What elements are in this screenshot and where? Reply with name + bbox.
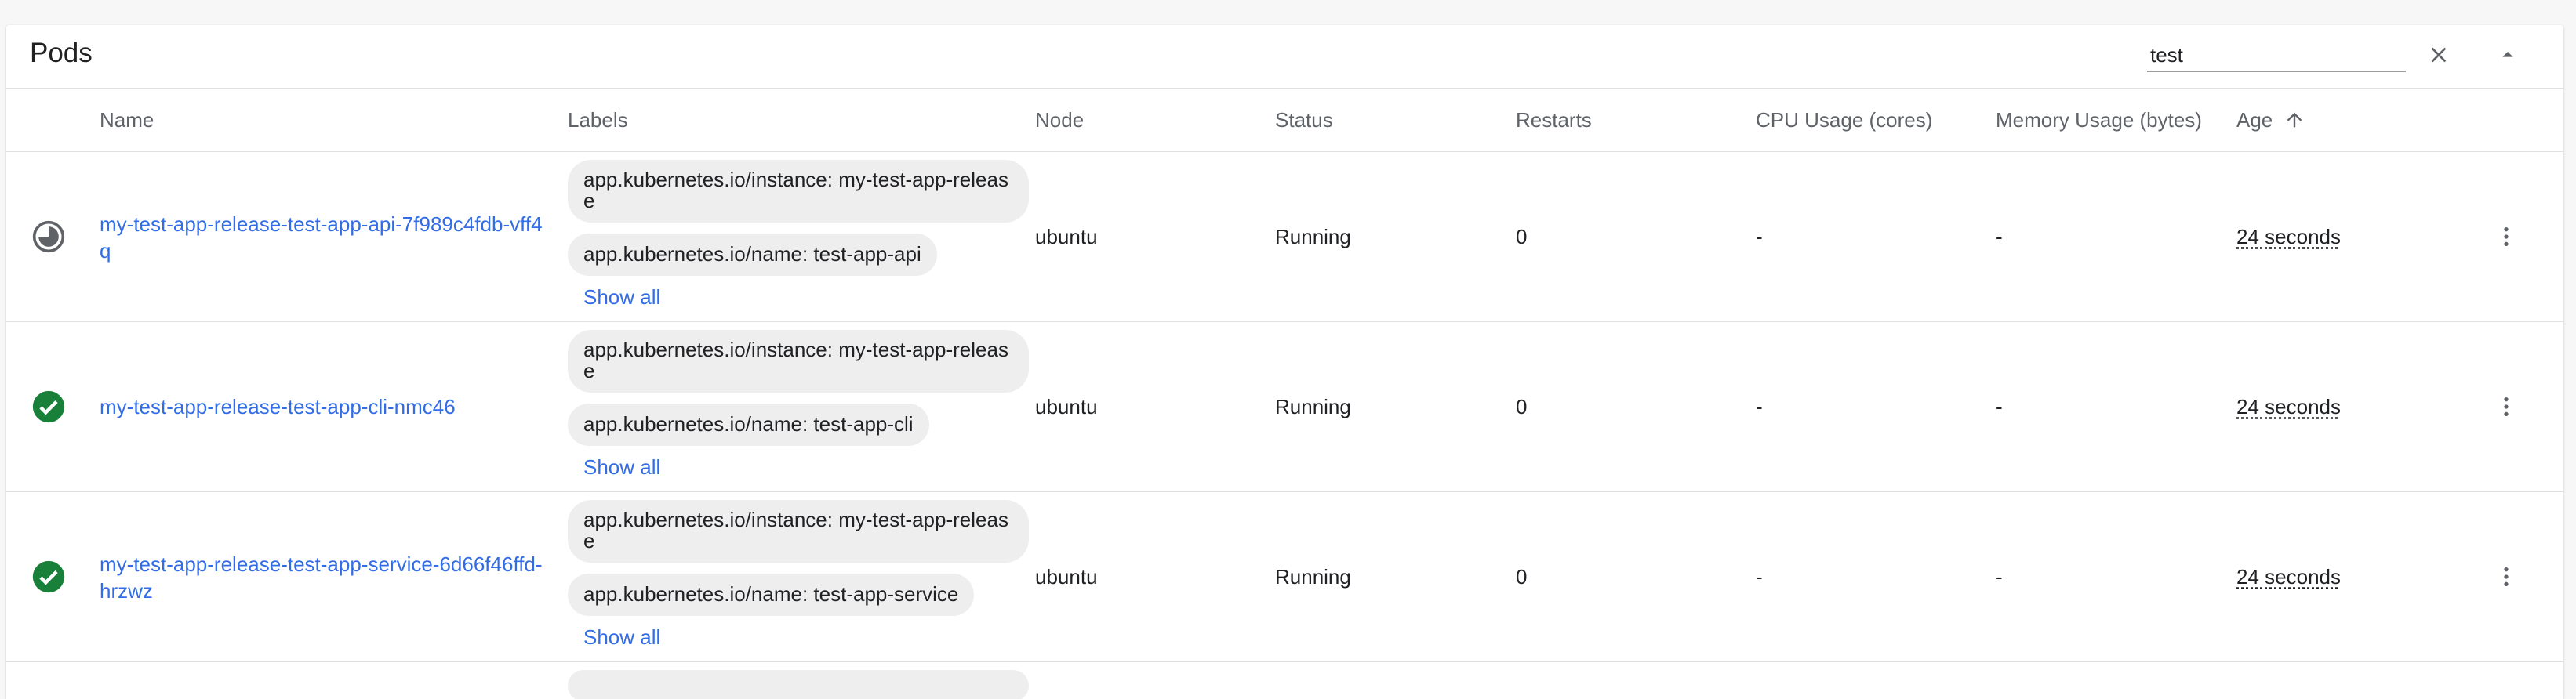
memory-usage-cell: -	[1996, 322, 2003, 491]
label-chip	[568, 670, 1029, 699]
column-header-age-label: Age	[2236, 108, 2273, 132]
column-header-restarts[interactable]: Restarts	[1516, 89, 1592, 151]
column-header-status[interactable]: Status	[1275, 89, 1333, 151]
label-chip: app.kubernetes.io/name: test-app-cli	[568, 404, 929, 446]
more-vert-icon	[2494, 224, 2519, 249]
node-cell: ubuntu	[1035, 322, 1098, 491]
cpu-usage-cell: -	[1756, 492, 1763, 661]
show-all-labels-link[interactable]: Show all	[583, 285, 660, 310]
pending-icon	[31, 219, 66, 254]
check-circle-icon	[31, 560, 66, 594]
pods-card: Pods Name Labels Node Status Restarts CP…	[6, 25, 2563, 699]
table-row: my-test-app-release-test-app-cli-nmc46 a…	[6, 322, 2563, 492]
cpu-usage-cell: -	[1756, 322, 1763, 491]
check-circle-icon	[31, 389, 66, 424]
column-header-memory-usage: Memory Usage (bytes)	[1996, 89, 2202, 151]
status-cell: Running	[1275, 152, 1351, 321]
row-actions-button[interactable]	[2487, 218, 2525, 255]
label-chip: app.kubernetes.io/instance: my-test-app-…	[568, 160, 1029, 223]
restarts-cell: 0	[1516, 322, 1527, 491]
memory-usage-cell: -	[1996, 492, 2003, 661]
search-input[interactable]	[2147, 39, 2406, 72]
show-all-labels-link[interactable]: Show all	[583, 455, 660, 480]
row-actions-button[interactable]	[2487, 558, 2525, 596]
restarts-cell: 0	[1516, 492, 1527, 661]
column-header-labels: Labels	[568, 89, 628, 151]
clear-search-button[interactable]	[2420, 36, 2458, 74]
age-cell: 24 seconds	[2236, 152, 2341, 321]
table-row: my-test-app-release-test-app-service-6d6…	[6, 492, 2563, 662]
status-cell: Running	[1275, 492, 1351, 661]
collapse-button[interactable]	[2489, 36, 2527, 74]
pod-name-link[interactable]: my-test-app-release-test-app-service-6d6…	[100, 551, 550, 604]
age-cell: 24 seconds	[2236, 492, 2341, 661]
column-header-age[interactable]: Age	[2236, 89, 2305, 151]
table-row	[6, 662, 2563, 694]
more-vert-icon	[2494, 394, 2519, 419]
cpu-usage-cell: -	[1756, 152, 1763, 321]
pod-name-link[interactable]: my-test-app-release-test-app-cli-nmc46	[100, 393, 550, 420]
close-icon	[2426, 42, 2451, 67]
age-cell: 24 seconds	[2236, 322, 2341, 491]
column-header-name[interactable]: Name	[100, 89, 154, 151]
memory-usage-cell: -	[1996, 152, 2003, 321]
label-chip: app.kubernetes.io/name: test-app-api	[568, 234, 937, 276]
node-cell: ubuntu	[1035, 492, 1098, 661]
more-vert-icon	[2494, 564, 2519, 589]
label-chip: app.kubernetes.io/instance: my-test-app-…	[568, 330, 1029, 393]
status-cell: Running	[1275, 322, 1351, 491]
column-header-node[interactable]: Node	[1035, 89, 1084, 151]
node-cell: ubuntu	[1035, 152, 1098, 321]
show-all-labels-link[interactable]: Show all	[583, 625, 660, 650]
label-chip: app.kubernetes.io/instance: my-test-app-…	[568, 500, 1029, 563]
arrow-drop-up-icon	[2495, 42, 2520, 67]
pod-name-link[interactable]: my-test-app-release-test-app-api-7f989c4…	[100, 211, 550, 264]
table-header: Name Labels Node Status Restarts CPU Usa…	[6, 89, 2563, 152]
card-title: Pods	[30, 38, 93, 69]
restarts-cell: 0	[1516, 152, 1527, 321]
row-actions-button[interactable]	[2487, 388, 2525, 426]
arrow-up-icon	[2284, 109, 2305, 131]
column-header-cpu-usage: CPU Usage (cores)	[1756, 89, 1932, 151]
card-header: Pods	[6, 25, 2563, 89]
label-chip: app.kubernetes.io/name: test-app-service	[568, 574, 974, 616]
table-row: my-test-app-release-test-app-api-7f989c4…	[6, 152, 2563, 322]
